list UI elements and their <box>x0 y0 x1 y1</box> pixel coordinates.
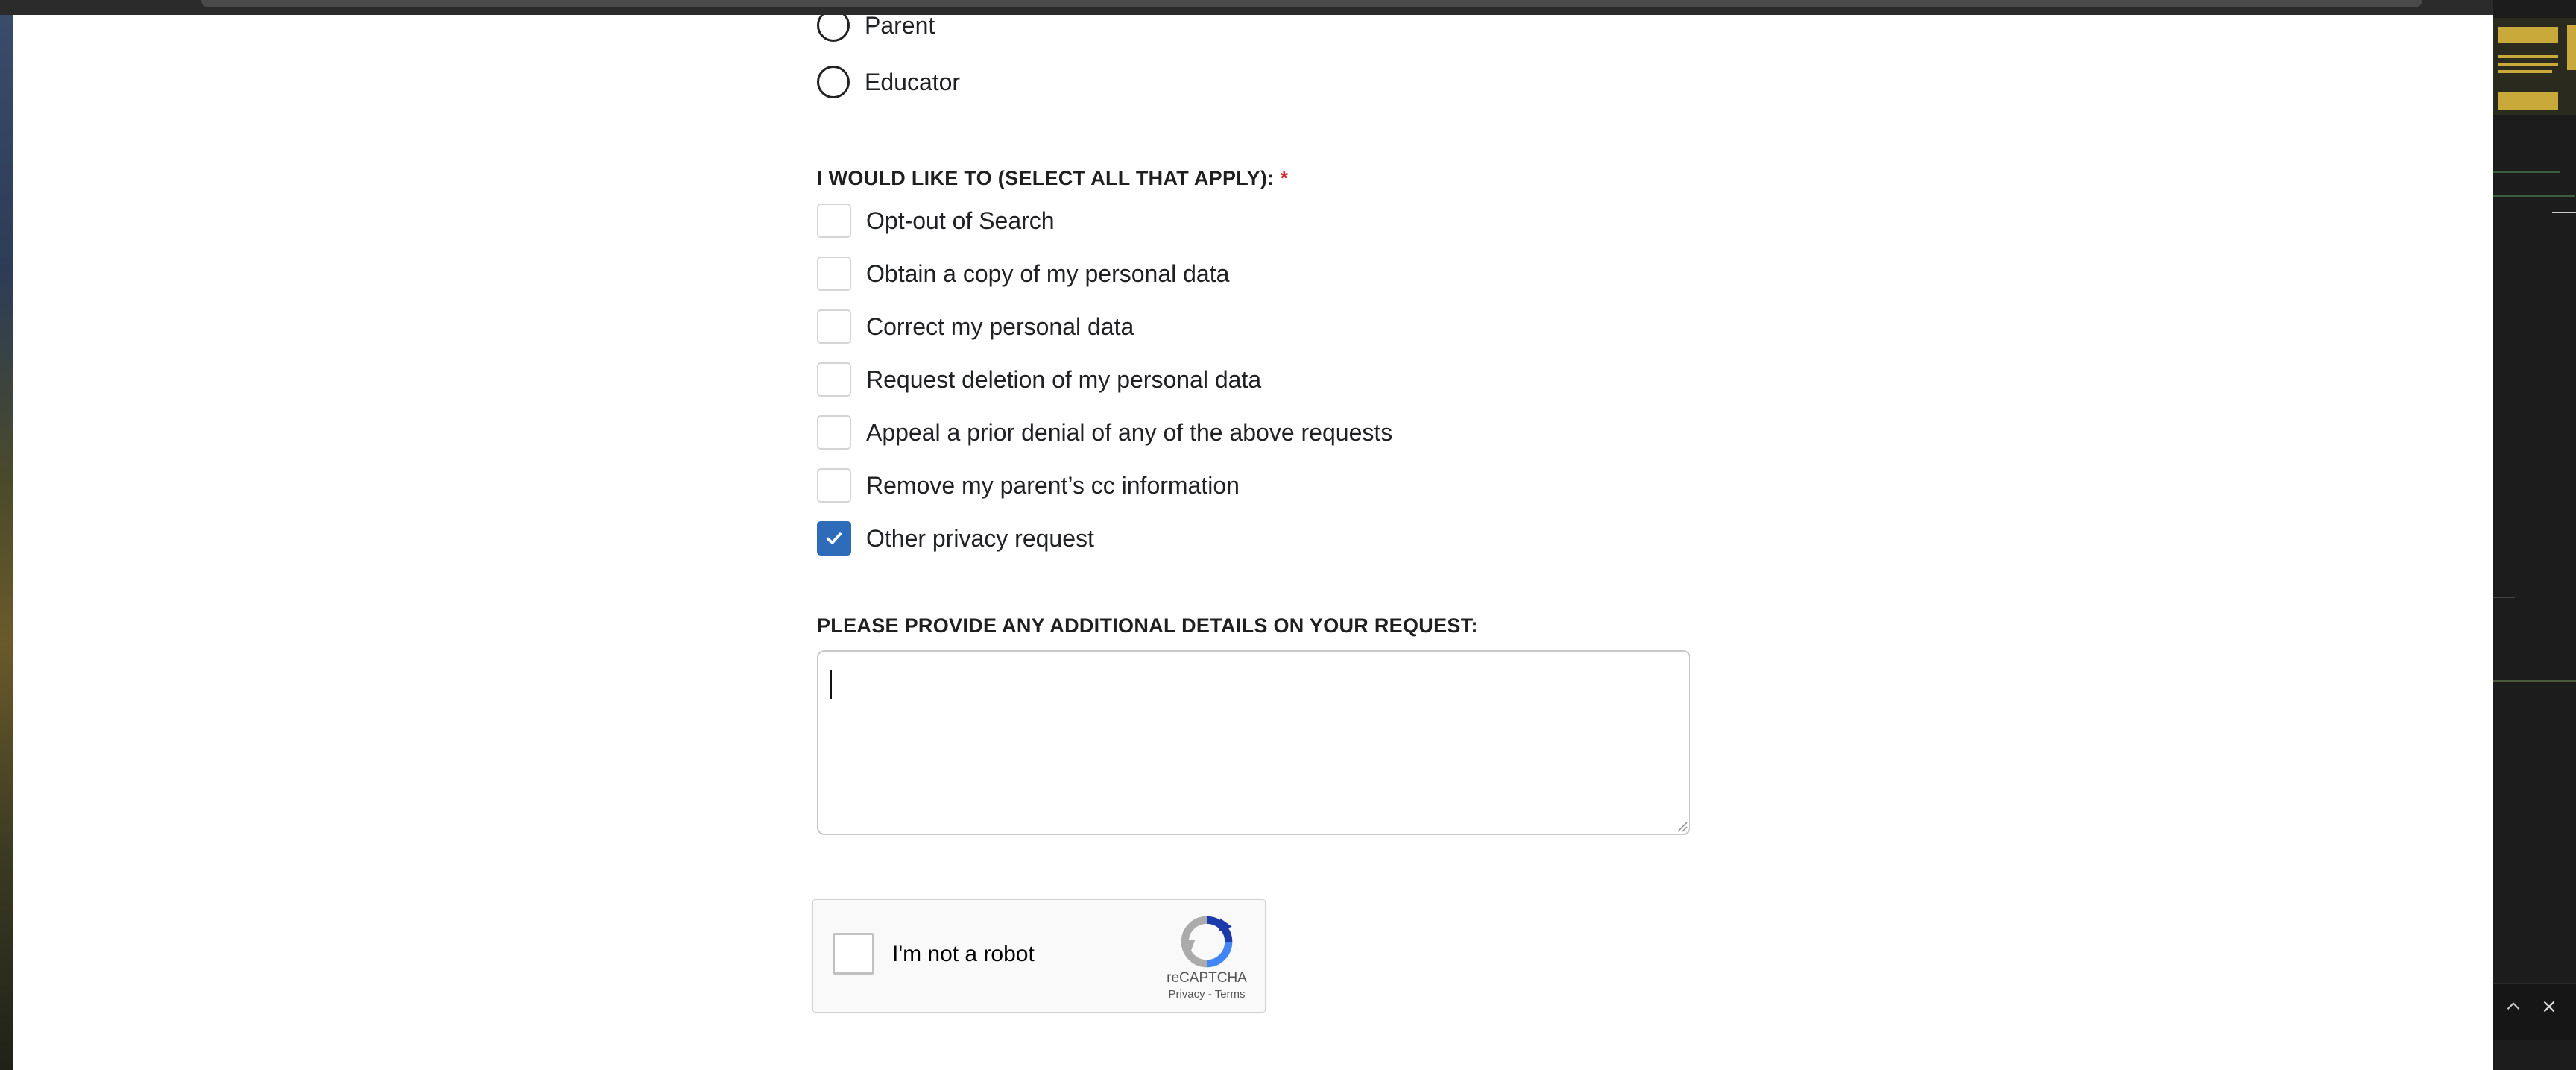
check-icon <box>826 532 842 544</box>
checkbox-label: Appeal a prior denial of any of the abov… <box>866 418 1393 446</box>
checkbox-label: Correct my personal data <box>866 312 1134 340</box>
recaptcha-checkbox[interactable] <box>833 933 874 975</box>
checkbox-label: Other privacy request <box>866 524 1094 552</box>
browser-top-edge <box>0 0 2493 15</box>
checkbox[interactable] <box>817 468 851 503</box>
minimap-line <box>2493 195 2575 197</box>
recaptcha-logo-icon <box>1181 916 1233 968</box>
checkbox-option-obtain-copy[interactable]: Obtain a copy of my personal data <box>817 253 1229 295</box>
checkbox-label: Remove my parent’s cc information <box>866 471 1240 499</box>
radio-label: Parent <box>865 15 935 39</box>
recaptcha-links: Privacy - Terms <box>1141 988 1272 1001</box>
checkbox-option-other[interactable]: Other privacy request <box>817 517 1094 559</box>
checkbox-checked[interactable] <box>817 521 851 556</box>
radio-button[interactable] <box>817 66 850 98</box>
text-cursor <box>830 670 832 699</box>
checkbox-label: Opt-out of Search <box>866 207 1055 234</box>
checkbox-option-deletion[interactable]: Request deletion of my personal data <box>817 359 1261 400</box>
link-separator: - <box>1208 988 1212 1001</box>
recaptcha-widget: I'm not a robot reCAPTCHA Privacy - Term… <box>812 899 1266 1013</box>
side-editor-panel <box>2493 0 2576 1070</box>
recaptcha-brand: reCAPTCHA <box>1167 970 1247 986</box>
required-asterisk: * <box>1280 167 1289 189</box>
radio-label: Educator <box>865 68 961 95</box>
close-icon[interactable] <box>2536 996 2563 1023</box>
overlay-shadow <box>201 0 2422 7</box>
minimap-line <box>2493 597 2515 598</box>
minimap-line <box>2493 171 2560 173</box>
minimap-line <box>2493 680 2576 682</box>
checkbox-option-opt-out[interactable]: Opt-out of Search <box>817 200 1055 242</box>
page-viewport: Parent Educator I WOULD LIKE TO (SELECT … <box>13 15 2493 1070</box>
desktop-wallpaper-left <box>0 0 13 1070</box>
recaptcha-privacy-link[interactable]: Privacy <box>1168 988 1205 1001</box>
checkbox[interactable] <box>817 204 851 238</box>
radio-option-educator[interactable]: Educator <box>817 61 960 103</box>
recaptcha-label: I'm not a robot <box>892 942 1035 966</box>
checkbox-option-correct[interactable]: Correct my personal data <box>817 306 1134 347</box>
question-text: I WOULD LIKE TO (SELECT ALL THAT APPLY): <box>817 167 1275 189</box>
recaptcha-terms-link[interactable]: Terms <box>1215 988 1246 1001</box>
details-label: PLEASE PROVIDE ANY ADDITIONAL DETAILS ON… <box>817 614 1478 637</box>
radio-option-parent[interactable]: Parent <box>817 15 935 46</box>
minimap-thumbnail <box>2493 18 2576 115</box>
radio-button[interactable] <box>817 15 850 42</box>
checkbox[interactable] <box>817 309 851 344</box>
minimap-line <box>2552 212 2576 213</box>
chevron-up-icon[interactable] <box>2500 996 2527 1023</box>
checkbox-label: Request deletion of my personal data <box>866 365 1262 393</box>
checkbox-label: Obtain a copy of my personal data <box>866 259 1230 287</box>
checkbox-option-remove-cc[interactable]: Remove my parent’s cc information <box>817 465 1240 506</box>
checkbox-option-appeal[interactable]: Appeal a prior denial of any of the abov… <box>817 412 1392 453</box>
resize-grip-icon[interactable] <box>1674 819 1688 832</box>
request-type-question-label: I WOULD LIKE TO (SELECT ALL THAT APPLY):… <box>817 167 1288 190</box>
checkbox[interactable] <box>817 415 851 450</box>
checkbox[interactable] <box>817 362 851 397</box>
details-textarea[interactable] <box>817 650 1690 835</box>
checkbox[interactable] <box>817 257 851 291</box>
